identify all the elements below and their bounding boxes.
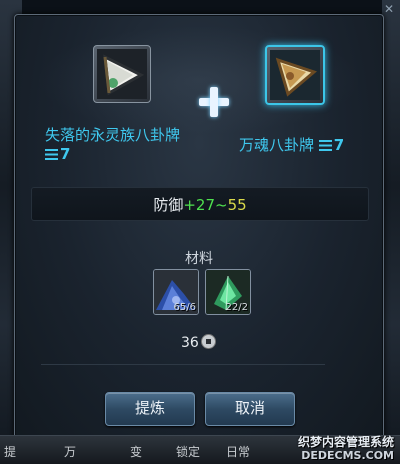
defense-stat: 防御+27~55 [153,196,247,214]
divider [41,364,325,365]
tier-icon [318,140,332,151]
target-item-name: 万魂八卦牌 7 [239,136,345,154]
bottom-tab[interactable]: 锁定 [176,443,200,460]
bottom-tab[interactable]: 万 [64,443,76,460]
cost-display: 36 [181,334,216,351]
material-slot-crystal[interactable]: 22/2 [205,269,251,315]
cancel-button[interactable]: 取消 [205,392,295,426]
background-right-edge [382,0,400,464]
cost-amount: 36 [181,335,199,351]
source-item-tier: 7 [45,145,205,164]
source-item-name: 失落的永灵族八卦牌 7 [45,126,205,164]
bottom-tab[interactable]: 日常 [226,443,250,460]
bottom-tab[interactable]: 提 [4,443,16,460]
refine-button[interactable]: 提炼 [105,392,195,426]
refine-dialog: 失落的永灵族八卦牌 7 万魂八卦牌 7 防御+27~55 材料 65/6 22/… [14,14,384,442]
material-count: 22/2 [225,302,248,313]
plus-icon [199,87,229,117]
material-slot-powder[interactable]: 65/6 [153,269,199,315]
watermark: 织梦内容管理系统 DEDECMS.COM [297,435,394,463]
dark-flag-amulet-icon [97,49,147,99]
target-item-slot[interactable] [265,45,325,105]
material-count: 65/6 [173,302,196,313]
close-icon[interactable]: ✕ [382,2,396,16]
silver-coin-icon [200,334,216,349]
target-item-tier: 7 [318,136,344,154]
tier-icon [45,149,58,160]
source-item-slot[interactable] [93,45,151,103]
gold-flag-amulet-icon [270,50,320,100]
stat-bar: 防御+27~55 [31,187,369,221]
bottom-tab[interactable]: 变 [130,443,142,460]
materials-title: 材料 [185,251,213,267]
